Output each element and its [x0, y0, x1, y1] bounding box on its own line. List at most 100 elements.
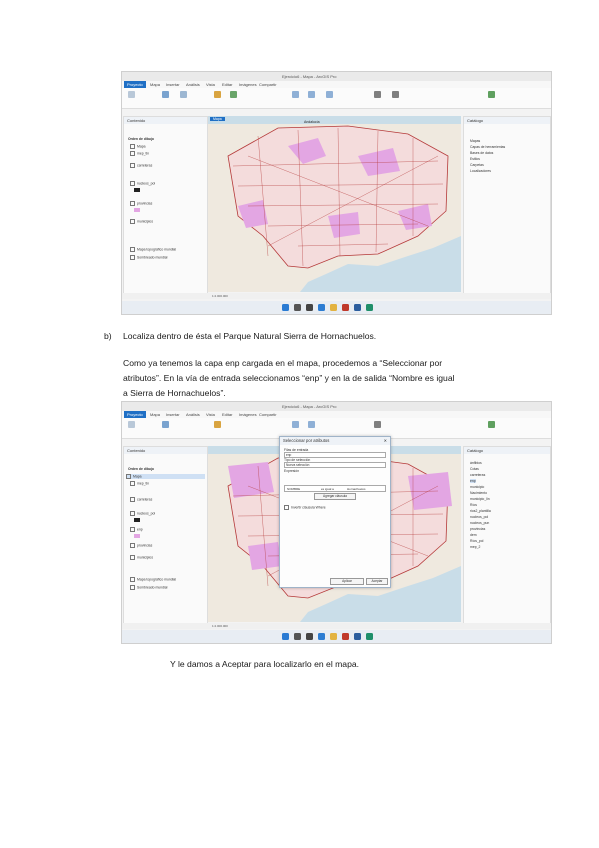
layer-checkbox[interactable] — [130, 219, 135, 224]
tab-mapa[interactable]: Mapa — [150, 412, 160, 417]
basemap-icon[interactable] — [214, 91, 221, 98]
layer-checkbox[interactable] — [130, 527, 135, 532]
arcgis-icon[interactable] — [354, 633, 361, 640]
app-icon[interactable] — [342, 304, 349, 311]
start-icon[interactable] — [282, 633, 289, 640]
selection-type-dropdown[interactable]: Nueva selección — [284, 462, 386, 468]
layer-checkbox[interactable] — [130, 144, 135, 149]
catalog-item[interactable]: provincias — [470, 527, 485, 531]
explore-icon[interactable] — [162, 421, 169, 428]
layer-item[interactable]: mep_tin — [130, 151, 149, 156]
layer-item[interactable]: nucleos_pol — [130, 181, 155, 186]
tab-imagenes[interactable]: Imágenes — [239, 412, 257, 417]
tab-insertar[interactable]: Insertar — [166, 82, 180, 87]
edge-icon[interactable] — [318, 304, 325, 311]
layer-item[interactable]: enp — [130, 527, 143, 532]
browser-icon[interactable] — [366, 633, 373, 640]
layer-checkbox[interactable] — [130, 247, 135, 252]
browser-icon[interactable] — [366, 304, 373, 311]
layer-checkbox[interactable] — [130, 555, 135, 560]
tab-editar[interactable]: Editar — [222, 82, 232, 87]
where-value[interactable]: Hornachuelos — [347, 487, 366, 491]
layer-checkbox[interactable] — [130, 201, 135, 206]
catalog-item[interactable]: municipio_lin — [470, 497, 490, 501]
layer-item[interactable]: Mapa — [130, 144, 145, 149]
layer-checkbox[interactable] — [130, 511, 135, 516]
download-map-icon[interactable] — [488, 91, 495, 98]
select-by-location-icon[interactable] — [326, 91, 333, 98]
layer-checkbox[interactable] — [130, 255, 135, 260]
folder-icon[interactable] — [330, 304, 337, 311]
layer-checkbox[interactable] — [130, 577, 135, 582]
search-icon[interactable] — [294, 304, 301, 311]
layer-checkbox[interactable] — [130, 481, 135, 486]
layer-item[interactable]: Sombreado mundial — [130, 255, 167, 260]
checkbox[interactable] — [284, 505, 289, 510]
catalog-item[interactable]: municipio — [470, 485, 484, 489]
invert-where-checkbox[interactable]: Invertir cláusula Where — [284, 505, 326, 510]
catalog-item[interactable]: rios2_plantilla — [470, 509, 491, 513]
select-by-attributes-icon[interactable] — [308, 91, 315, 98]
arcgis-icon[interactable] — [354, 304, 361, 311]
ok-button[interactable]: Aceptar — [366, 578, 388, 585]
catalog-item[interactable]: Bases de datos — [470, 151, 493, 155]
catalog-item[interactable]: Mapas — [470, 139, 480, 143]
layer-checkbox[interactable] — [130, 585, 135, 590]
catalog-item-selected[interactable]: enp — [470, 479, 476, 483]
layer-item[interactable]: carreteras — [130, 497, 152, 502]
search-icon[interactable] — [294, 633, 301, 640]
layer-item[interactable]: nucleos_pol — [130, 511, 155, 516]
apply-button[interactable]: Aplicar — [330, 578, 364, 585]
layer-item[interactable]: municipios — [130, 219, 153, 224]
edge-icon[interactable] — [318, 633, 325, 640]
where-field[interactable]: NOMBRE — [287, 487, 300, 491]
catalog-item[interactable]: dem — [470, 533, 477, 537]
layer-checkbox[interactable] — [130, 163, 135, 168]
scale-readout[interactable]: 1:2.000.000 — [212, 624, 228, 628]
catalog-item[interactable]: Cotas — [470, 467, 479, 471]
catalog-item[interactable]: ánfibios — [470, 461, 482, 465]
select-icon[interactable] — [292, 91, 299, 98]
tab-analisis[interactable]: Análisis — [186, 82, 200, 87]
locate-icon[interactable] — [392, 91, 399, 98]
catalog-item[interactable]: Capas de herramientas — [470, 145, 505, 149]
tab-insertar[interactable]: Insertar — [166, 412, 180, 417]
paste-icon[interactable] — [128, 421, 135, 428]
tab-vista[interactable]: Vista — [206, 82, 215, 87]
measure-icon[interactable] — [374, 421, 381, 428]
layer-checkbox[interactable] — [130, 181, 135, 186]
layer-checkbox[interactable] — [130, 543, 135, 548]
task-view-icon[interactable] — [306, 304, 313, 311]
add-clause-button[interactable]: Agregar cláusula — [314, 493, 356, 500]
bookmarks-icon[interactable] — [180, 91, 187, 98]
catalog-item[interactable]: carreteras — [470, 473, 485, 477]
tab-compartir[interactable]: Compartir — [259, 82, 277, 87]
layer-item[interactable]: provincias — [130, 201, 152, 206]
select-by-attributes-icon[interactable] — [308, 421, 315, 428]
catalog-item[interactable]: Ríos — [470, 503, 477, 507]
catalog-item[interactable]: Nacimiento — [470, 491, 487, 495]
layer-item[interactable]: Mapa topográfico mundial — [130, 247, 176, 252]
layer-item[interactable]: Sombreado mundial — [130, 585, 167, 590]
basemap-icon[interactable] — [214, 421, 221, 428]
layer-item[interactable]: carreteras — [130, 163, 152, 168]
task-view-icon[interactable] — [306, 633, 313, 640]
catalog-item[interactable]: mep_2 — [470, 545, 480, 549]
where-operator[interactable]: es igual a — [321, 487, 334, 491]
measure-icon[interactable] — [374, 91, 381, 98]
tab-editar[interactable]: Editar — [222, 412, 232, 417]
map-view[interactable]: Seleccionar por atributos ✕ Filas de ent… — [208, 436, 461, 622]
explore-icon[interactable] — [162, 91, 169, 98]
start-icon[interactable] — [282, 304, 289, 311]
layer-item[interactable]: provincias — [130, 543, 152, 548]
tab-proyecto[interactable]: Proyecto — [124, 81, 146, 88]
close-icon[interactable]: ✕ — [384, 438, 387, 443]
folder-icon[interactable] — [330, 633, 337, 640]
catalog-item[interactable]: Carpetas — [470, 163, 484, 167]
catalog-item[interactable]: nucleos_pol — [470, 515, 488, 519]
select-icon[interactable] — [292, 421, 299, 428]
map-view[interactable]: Mapa Andalucía — [208, 116, 461, 292]
paste-icon[interactable] — [128, 91, 135, 98]
tab-vista[interactable]: Vista — [206, 412, 215, 417]
catalog-item[interactable]: nucleos_pun — [470, 521, 489, 525]
